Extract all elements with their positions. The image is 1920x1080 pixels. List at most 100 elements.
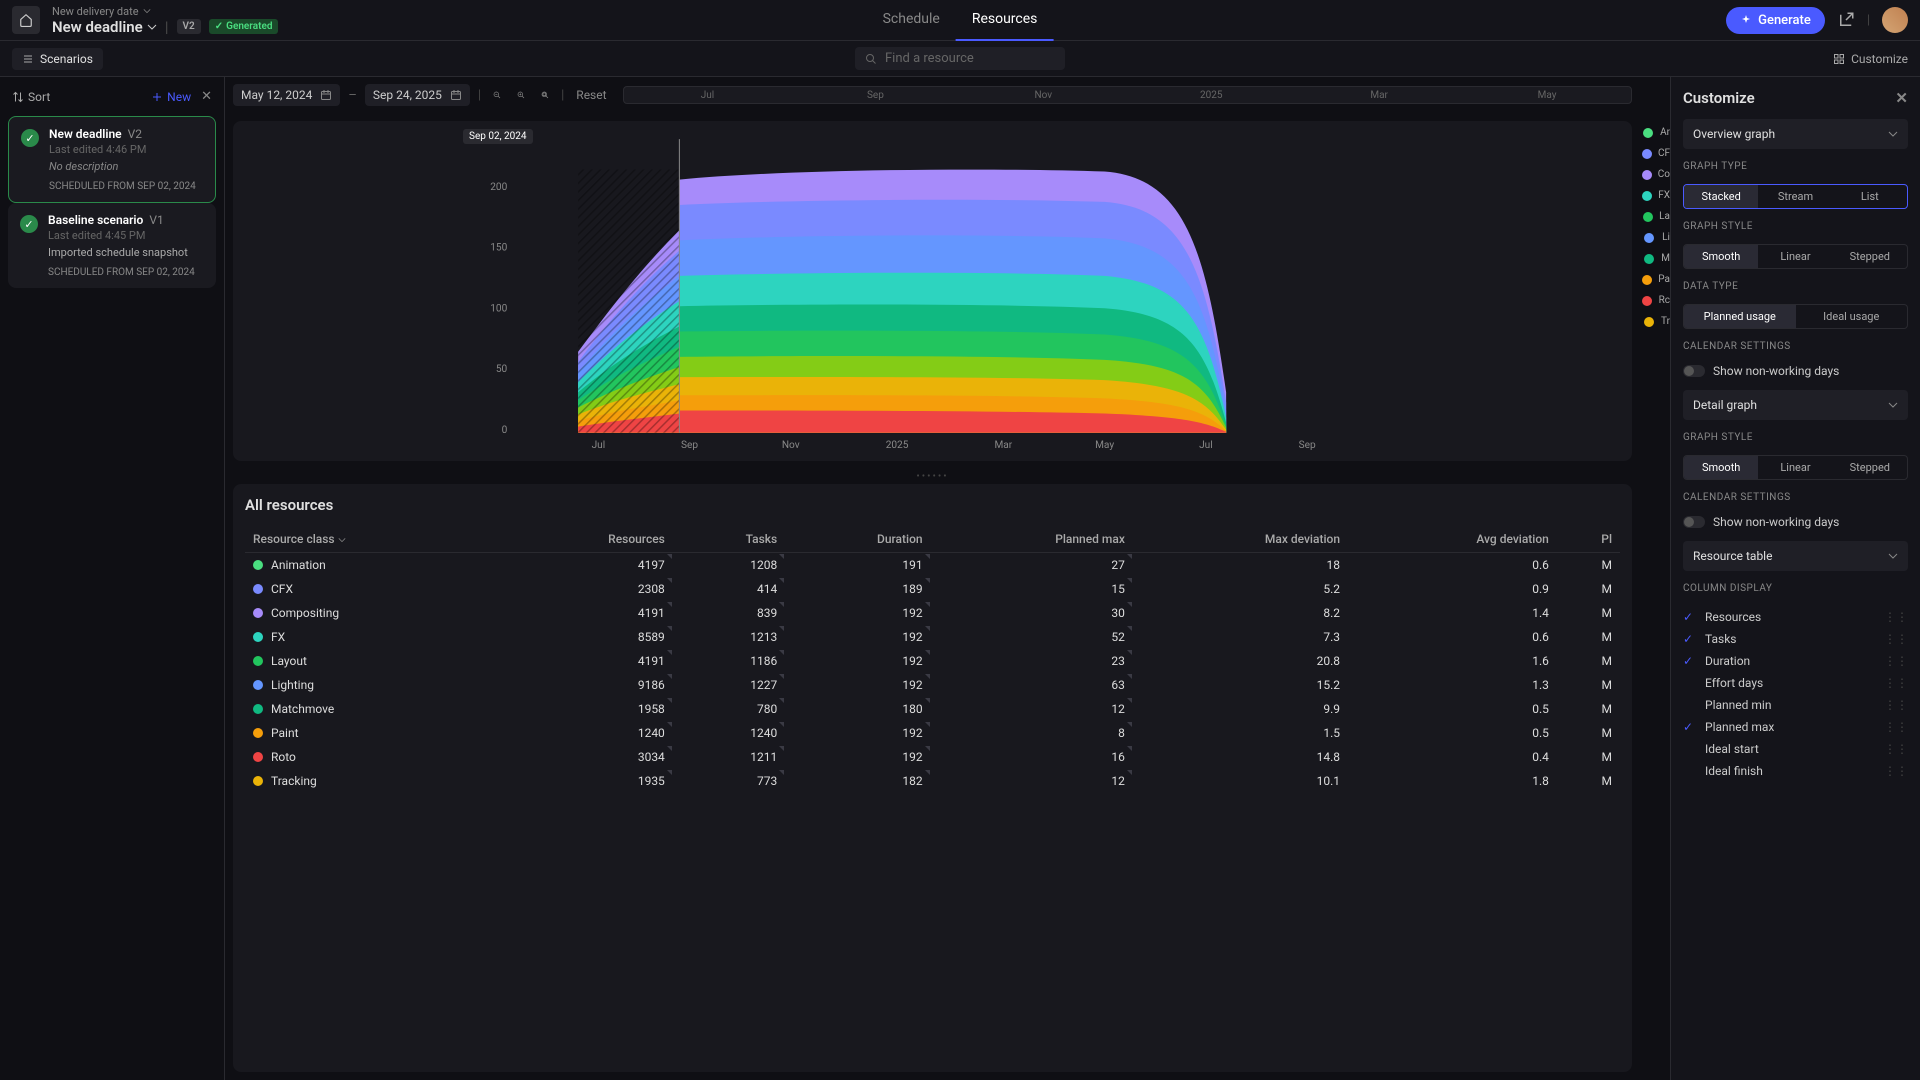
avatar[interactable] <box>1882 7 1908 33</box>
generate-button[interactable]: Generate <box>1726 7 1825 34</box>
table-row[interactable]: Compositing 4191839 19230 8.21.4M <box>245 601 1620 625</box>
delivery-label: New delivery date <box>52 5 139 18</box>
legend-item[interactable]: CF <box>1640 148 1670 159</box>
sort-button[interactable]: Sort <box>12 90 50 104</box>
legend-item[interactable]: Rc <box>1640 295 1670 306</box>
table-row[interactable]: Tracking 1935773 18212 10.11.8M <box>245 769 1620 793</box>
reset-button[interactable]: Reset <box>576 88 606 102</box>
zoom-out-icon[interactable] <box>489 87 505 103</box>
grip-icon[interactable]: ⋮⋮ <box>1884 610 1908 624</box>
column-toggle-item[interactable]: ✓Tasks⋮⋮ <box>1683 628 1908 650</box>
grip-icon[interactable]: ⋮⋮ <box>1884 632 1908 646</box>
search-input[interactable]: Find a resource <box>855 47 1065 70</box>
date-from-input[interactable]: May 12, 2024 <box>233 84 340 106</box>
graph-style-smooth[interactable]: Smooth <box>1684 245 1758 268</box>
tab-resources[interactable]: Resources <box>956 0 1054 41</box>
zoom-fit-icon[interactable] <box>537 87 553 103</box>
overview-graph-dropdown[interactable]: Overview graph <box>1683 119 1908 149</box>
resource-table: Resource class ResourcesTasksDurationPla… <box>245 526 1620 793</box>
scenario-card[interactable]: ✓ Baseline scenarioV1 Last edited 4:45 P… <box>8 203 216 288</box>
legend-item[interactable]: Co <box>1640 169 1670 180</box>
column-header[interactable]: Avg deviation <box>1348 526 1557 553</box>
resize-handle[interactable]: •••••• <box>225 469 1640 484</box>
delivery-dropdown[interactable]: New delivery date <box>52 5 278 18</box>
grip-icon[interactable]: ⋮⋮ <box>1884 698 1908 712</box>
column-header[interactable]: Resources <box>501 526 672 553</box>
svg-text:Nov: Nov <box>782 440 800 451</box>
home-button[interactable] <box>12 6 40 34</box>
svg-text:0: 0 <box>502 425 508 436</box>
detail-graph-dropdown[interactable]: Detail graph <box>1683 390 1908 420</box>
table-row[interactable]: Roto 30341211 19216 14.80.4M <box>245 745 1620 769</box>
legend-item[interactable]: Ar <box>1640 127 1670 138</box>
column-header[interactable]: Pl <box>1557 526 1620 553</box>
customize-button[interactable]: Customize <box>1833 52 1908 66</box>
column-toggle-item[interactable]: ✓Planned max⋮⋮ <box>1683 716 1908 738</box>
chevron-down-icon <box>143 7 151 15</box>
column-toggle-item[interactable]: Planned min⋮⋮ <box>1683 694 1908 716</box>
check-icon: ✓ <box>1683 610 1697 624</box>
column-toggle-item[interactable]: Ideal finish⋮⋮ <box>1683 760 1908 782</box>
table-row[interactable]: Matchmove 1958780 18012 9.90.5M <box>245 697 1620 721</box>
column-toggle-item[interactable]: Ideal start⋮⋮ <box>1683 738 1908 760</box>
table-row[interactable]: Paint 12401240 1928 1.50.5M <box>245 721 1620 745</box>
svg-text:Mar: Mar <box>994 440 1012 451</box>
table-row[interactable]: Animation 41971208 19127 180.6M <box>245 553 1620 578</box>
column-header[interactable]: Max deviation <box>1133 526 1348 553</box>
timeline-scrubber[interactable]: JulSepNov2025MarMay <box>623 86 1632 104</box>
overview-graph[interactable]: Sep 02, 2024 050100150200 <box>233 121 1632 461</box>
check-icon: ✓ <box>20 215 38 233</box>
table-row[interactable]: FX 85891213 19252 7.30.6M <box>245 625 1620 649</box>
legend-column: Ar CF Co FX La Li M Pa Rc Tr <box>1640 77 1670 1080</box>
resource-table-dropdown[interactable]: Resource table <box>1683 541 1908 571</box>
generated-badge: ✓ Generated <box>209 19 279 34</box>
data-type-ideal[interactable]: Ideal usage <box>1796 305 1908 328</box>
tab-schedule[interactable]: Schedule <box>867 0 956 41</box>
graph-type-stacked[interactable]: Stacked <box>1684 185 1758 208</box>
detail-style-linear[interactable]: Linear <box>1758 456 1832 479</box>
grip-icon[interactable]: ⋮⋮ <box>1884 720 1908 734</box>
legend-item[interactable]: Pa <box>1640 274 1670 285</box>
column-header[interactable]: Planned max <box>931 526 1133 553</box>
legend-item[interactable]: Tr <box>1640 316 1670 327</box>
detail-style-smooth[interactable]: Smooth <box>1684 456 1758 479</box>
show-nwd-toggle[interactable] <box>1683 365 1705 377</box>
table-row[interactable]: CFX 2308414 18915 5.20.9M <box>245 577 1620 601</box>
table-row[interactable]: Lighting 91861227 19263 15.21.3M <box>245 673 1620 697</box>
calendar-label: CALENDAR SETTINGS <box>1683 341 1908 352</box>
column-header[interactable]: Duration <box>785 526 930 553</box>
column-toggle-item[interactable]: ✓Duration⋮⋮ <box>1683 650 1908 672</box>
grip-icon[interactable]: ⋮⋮ <box>1884 764 1908 778</box>
grip-icon[interactable]: ⋮⋮ <box>1884 654 1908 668</box>
grip-icon[interactable]: ⋮⋮ <box>1884 742 1908 756</box>
column-header[interactable]: Resource class <box>245 526 501 553</box>
legend-item[interactable]: M <box>1640 253 1670 264</box>
export-icon[interactable] <box>1837 11 1855 29</box>
legend-item[interactable]: Li <box>1640 232 1670 243</box>
column-toggle-item[interactable]: ✓Resources⋮⋮ <box>1683 606 1908 628</box>
legend-item[interactable]: La <box>1640 211 1670 222</box>
grip-icon[interactable]: ⋮⋮ <box>1884 676 1908 690</box>
column-toggle-item[interactable]: Effort days⋮⋮ <box>1683 672 1908 694</box>
graph-type-stream[interactable]: Stream <box>1758 185 1832 208</box>
graph-style-linear[interactable]: Linear <box>1758 245 1832 268</box>
data-type-planned[interactable]: Planned usage <box>1684 305 1796 328</box>
list-icon <box>22 53 34 65</box>
column-header[interactable]: Tasks <box>673 526 785 553</box>
graph-type-list[interactable]: List <box>1833 185 1907 208</box>
deadline-dropdown[interactable]: New deadline <box>52 18 157 36</box>
check-icon: ✓ <box>1683 654 1697 668</box>
table-row[interactable]: Layout 41911186 19223 20.81.6M <box>245 649 1620 673</box>
scenario-card[interactable]: ✓ New deadlineV2 Last edited 4:46 PM No … <box>8 116 216 203</box>
scenarios-button[interactable]: Scenarios <box>12 48 103 70</box>
date-to-input[interactable]: Sep 24, 2025 <box>365 84 470 106</box>
graph-style-stepped[interactable]: Stepped <box>1833 245 1907 268</box>
svg-text:50: 50 <box>496 364 508 375</box>
legend-item[interactable]: FX <box>1640 190 1670 201</box>
detail-style-stepped[interactable]: Stepped <box>1833 456 1907 479</box>
close-panel-button[interactable]: ✕ <box>1895 89 1908 107</box>
new-scenario-button[interactable]: New <box>151 90 191 104</box>
zoom-in-icon[interactable] <box>513 87 529 103</box>
show-nwd-toggle-2[interactable] <box>1683 516 1705 528</box>
close-sidebar-button[interactable]: ✕ <box>201 89 212 104</box>
